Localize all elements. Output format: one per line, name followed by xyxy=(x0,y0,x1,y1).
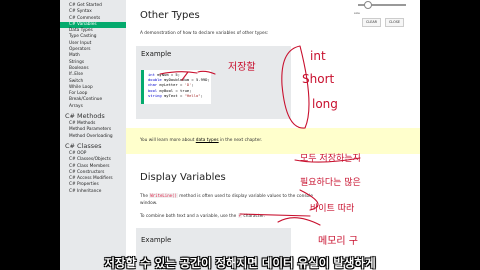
code-end: ; xyxy=(200,92,203,98)
close-button[interactable]: CLOSE xyxy=(385,18,404,27)
code-block-1: int myNum = 5; double myDoubleNum = 5.99D… xyxy=(141,70,211,104)
sidebar-methods-items: C# Methods Method Parameters Method Overlo… xyxy=(60,121,126,140)
desc-other-types: A demonstration of how to declare variab… xyxy=(140,31,269,36)
desc-display-1: The WriteLine() method is often used to … xyxy=(140,193,313,199)
code-string: "Hello" xyxy=(184,92,201,98)
sidebar-classes-items: C# OOP C# Classes/Objects C# Class Members… xyxy=(60,151,126,195)
desc-display-1a: The xyxy=(140,194,150,199)
example-label-2: Example xyxy=(141,236,172,244)
sidebar-section-classes: C# Classes xyxy=(65,141,102,150)
sidebar-section-methods: C# Methods xyxy=(65,112,105,121)
pen-size-slider-thumb[interactable] xyxy=(364,1,372,9)
heading-display-variables: Display Variables xyxy=(140,172,226,183)
video-subtitle: 저장할 수 있는 공간이 정해지면 데이터 유실이 발생하게 xyxy=(104,256,376,270)
note-box: You will learn more about data types in … xyxy=(126,128,420,154)
sidebar-top-items: C# Get Started C# Syntax C# Comments C# Var… xyxy=(60,0,126,110)
data-types-link[interactable]: data types xyxy=(196,138,219,143)
code-line: string myText = "Hello"; xyxy=(144,93,211,98)
desc-display-3: To combine both text and a variable, use… xyxy=(140,213,265,219)
letterbox-right xyxy=(420,0,480,270)
desc-display-3c: character: xyxy=(242,214,266,219)
code-text: myText = xyxy=(161,92,185,98)
main-content: Other Types A demonstration of how to de… xyxy=(126,0,420,270)
desc-display-1b: method is often used to display variable… xyxy=(177,194,314,199)
note-text: You will learn more about data types in … xyxy=(140,138,262,143)
code-keyword: string xyxy=(148,92,162,98)
desc-display-2: window. xyxy=(140,201,158,206)
size-label: size xyxy=(354,11,360,15)
clear-button[interactable]: CLEAR xyxy=(362,18,381,27)
desc-display-3a: To combine both text and a variable, use… xyxy=(140,214,238,219)
heading-other-types: Other Types xyxy=(140,10,200,21)
letterbox-left xyxy=(0,0,60,270)
sidebar-nav: C# Get Started C# Syntax C# Comments C# Var… xyxy=(60,0,126,270)
example-label-1: Example xyxy=(141,50,172,58)
note-prefix: You will learn more about xyxy=(140,138,196,143)
writeline-code: WriteLine() xyxy=(149,193,178,198)
items_classes-item[interactable]: C# Inheritance xyxy=(60,189,126,195)
code-end: ; xyxy=(191,82,194,88)
example-box-1: Example int myNum = 5; double myDoubleNum… xyxy=(136,46,291,119)
note-suffix: in the next chapter. xyxy=(218,138,263,143)
